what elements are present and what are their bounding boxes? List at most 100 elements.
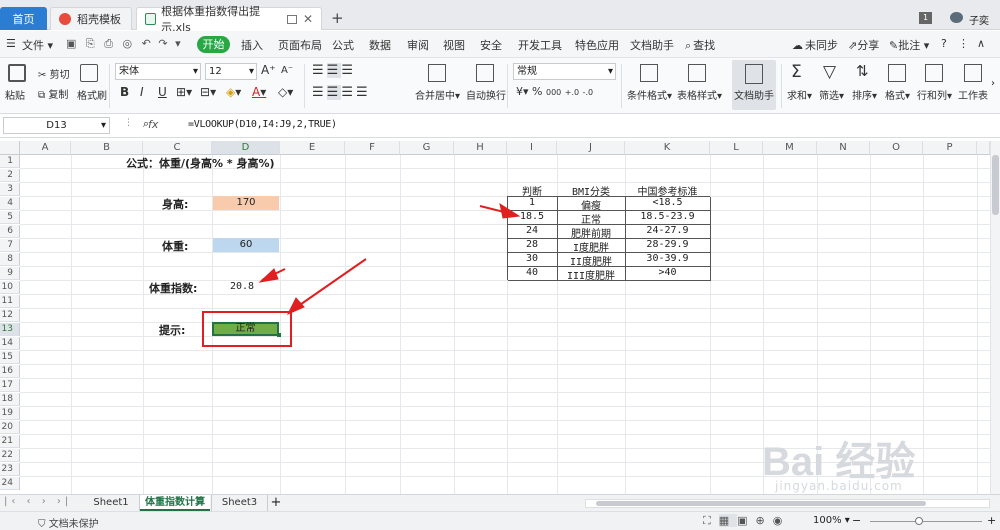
menu-security[interactable]: 安全 bbox=[480, 37, 502, 53]
format-button[interactable]: 格式▾ bbox=[885, 87, 910, 102]
more-icon[interactable]: ⋮ bbox=[958, 37, 969, 50]
spreadsheet-grid[interactable]: A B C D E F G H I J K L M N O P 1 2 3 4 … bbox=[0, 141, 990, 494]
rows-cols-button[interactable]: 行和列▾ bbox=[917, 87, 952, 102]
italic-button[interactable]: I bbox=[140, 85, 144, 99]
share-button[interactable]: ⇗分享 bbox=[848, 37, 879, 53]
doc-helper-button[interactable]: 文档助手 bbox=[732, 60, 776, 110]
menu-formula[interactable]: 公式 bbox=[332, 37, 354, 53]
fx-icon[interactable]: fx bbox=[148, 118, 158, 131]
menu-file[interactable]: 文件 ▾ bbox=[22, 37, 53, 53]
underline-button[interactable]: U bbox=[158, 85, 167, 99]
sheet-tab-2[interactable]: 体重指数计算 bbox=[140, 495, 210, 511]
ribbon-scroll-icon[interactable]: › bbox=[991, 78, 995, 89]
sort-button[interactable]: 排序▾ bbox=[852, 87, 877, 102]
save-icon[interactable]: ▣ bbox=[66, 37, 76, 50]
sheet-tab-1[interactable]: Sheet1 bbox=[83, 495, 140, 511]
menu-page-layout[interactable]: 页面布局 bbox=[278, 37, 322, 53]
tab-template[interactable]: 稻壳模板 bbox=[50, 7, 132, 30]
conditional-format-icon[interactable] bbox=[640, 64, 658, 82]
worksheet-button[interactable]: 工作表 bbox=[958, 87, 988, 102]
cut-button[interactable]: ✂ 剪切 bbox=[38, 66, 70, 81]
number-format-select[interactable]: 常规 ▾ bbox=[513, 63, 616, 80]
clear-button[interactable]: ◇▾ bbox=[278, 85, 293, 99]
menu-data[interactable]: 数据 bbox=[369, 37, 391, 53]
sync-button[interactable]: ☁ 未同步 bbox=[792, 37, 838, 53]
menu-review[interactable]: 审阅 bbox=[407, 37, 429, 53]
sort-icon[interactable]: ⇅ bbox=[856, 62, 869, 80]
menu-search[interactable]: ⌕ 查找 bbox=[685, 37, 715, 53]
avatar[interactable] bbox=[950, 12, 963, 23]
zoom-in-button[interactable]: + bbox=[987, 514, 996, 527]
sheet-tab-3[interactable]: Sheet3 bbox=[211, 495, 268, 511]
wrap-text-button[interactable]: 自动换行 bbox=[466, 87, 506, 102]
sum-button[interactable]: 求和▾ bbox=[787, 87, 812, 102]
number-buttons[interactable]: ¥▾ % 000 +.0 -.0 bbox=[516, 85, 593, 98]
paste-button[interactable]: 粘贴 bbox=[5, 87, 25, 102]
zoom-level[interactable]: 100% ▾ bbox=[813, 515, 850, 526]
strikethrough-button[interactable]: ⊟▾ bbox=[200, 85, 216, 99]
table-style-button[interactable]: 表格样式▾ bbox=[677, 87, 722, 102]
zoom-slider[interactable] bbox=[870, 521, 982, 522]
merge-center-button[interactable]: 合并居中▾ bbox=[415, 87, 460, 102]
paste-icon[interactable] bbox=[8, 64, 26, 82]
customize-icon[interactable]: ▾ bbox=[175, 37, 181, 50]
rows-cols-icon[interactable] bbox=[925, 64, 943, 82]
preview-icon[interactable]: ◎ bbox=[123, 37, 133, 50]
menu-special[interactable]: 特色应用 bbox=[575, 37, 619, 53]
format-icon[interactable] bbox=[888, 64, 906, 82]
name-box[interactable]: D13 ▾ bbox=[3, 117, 110, 134]
float-window-icon[interactable] bbox=[286, 14, 297, 24]
collapse-ribbon-icon[interactable]: ∧ bbox=[977, 37, 985, 50]
conditional-format-button[interactable]: 条件格式▾ bbox=[627, 87, 672, 102]
align-top-row[interactable]: ☰☰☰ bbox=[312, 63, 356, 78]
help-button[interactable]: ? bbox=[941, 37, 947, 50]
undo-icon[interactable]: ↶ bbox=[142, 37, 151, 50]
table-style-icon[interactable] bbox=[688, 64, 706, 82]
menu-start[interactable]: 开始 bbox=[197, 36, 230, 53]
zoom-out-button[interactable]: − bbox=[852, 514, 861, 527]
align-horizontal-row[interactable]: ☰☰☰☰ bbox=[312, 85, 371, 100]
zoom-slider-thumb[interactable] bbox=[915, 517, 923, 525]
wrap-icon[interactable] bbox=[476, 64, 494, 82]
quick-access-toolbar[interactable]: ▣ ⎘ ⎙ ◎ ↶ ↷ ▾ bbox=[66, 37, 181, 51]
export-icon[interactable]: ⎘ bbox=[86, 37, 95, 50]
font-shrink-button[interactable]: A⁻ bbox=[281, 65, 293, 76]
font-color-button[interactable]: A▾ bbox=[252, 85, 266, 99]
vertical-scrollbar-track[interactable] bbox=[990, 141, 1000, 494]
filter-icon[interactable]: ▽ bbox=[823, 62, 836, 82]
horizontal-scrollbar[interactable] bbox=[585, 499, 990, 508]
filter-button[interactable]: 筛选▾ bbox=[819, 87, 844, 102]
vertical-scroll-thumb[interactable] bbox=[992, 155, 999, 215]
worksheet-icon[interactable] bbox=[964, 64, 982, 82]
view-mode-icons[interactable]: ⛶▦▣⊕◉ bbox=[703, 514, 790, 528]
menu-view[interactable]: 视图 bbox=[443, 37, 465, 53]
user-name[interactable]: 子奕 bbox=[969, 12, 989, 27]
tab-document[interactable]: 根据体重指数得出提示.xls ✕ bbox=[136, 5, 322, 34]
new-tab-button[interactable]: + bbox=[331, 9, 344, 27]
fill-color-button[interactable]: ◈▾ bbox=[226, 85, 241, 99]
format-painter-button[interactable]: 格式刷 bbox=[77, 87, 107, 102]
horizontal-scroll-thumb[interactable] bbox=[596, 501, 926, 506]
menu-doc-helper[interactable]: 文档助手 bbox=[630, 37, 674, 53]
tab-home[interactable]: 首页 bbox=[0, 7, 47, 30]
formula-input[interactable]: =VLOOKUP(D10,I4:J9,2,TRUE) bbox=[188, 119, 337, 130]
menu-developer[interactable]: 开发工具 bbox=[518, 37, 562, 53]
merge-icon[interactable] bbox=[428, 64, 446, 82]
close-tab-icon[interactable]: ✕ bbox=[303, 12, 313, 26]
menu-insert[interactable]: 插入 bbox=[241, 37, 263, 53]
brush-icon[interactable] bbox=[80, 64, 98, 82]
border-button[interactable]: ⊞▾ bbox=[176, 85, 192, 99]
font-name-select[interactable]: 宋体 ▾ bbox=[115, 63, 201, 80]
sheet-nav-icons[interactable]: |‹ ‹ › ›| bbox=[4, 496, 72, 507]
protect-status[interactable]: ⛉ 文档未保护 bbox=[38, 515, 99, 530]
comment-button[interactable]: ✎批注 ▾ bbox=[889, 37, 929, 53]
hamburger-icon[interactable]: ☰ bbox=[6, 37, 16, 50]
print-icon[interactable]: ⎙ bbox=[104, 37, 113, 50]
sum-icon[interactable]: Σ bbox=[791, 62, 802, 82]
copy-button[interactable]: ⧉ 复制 bbox=[38, 86, 68, 101]
bold-button[interactable]: B bbox=[120, 85, 129, 99]
font-size-select[interactable]: 12 ▾ bbox=[205, 63, 257, 80]
account-badge[interactable]: 1 bbox=[919, 12, 932, 24]
font-grow-button[interactable]: A⁺ bbox=[261, 63, 276, 77]
redo-icon[interactable]: ↷ bbox=[158, 37, 167, 50]
